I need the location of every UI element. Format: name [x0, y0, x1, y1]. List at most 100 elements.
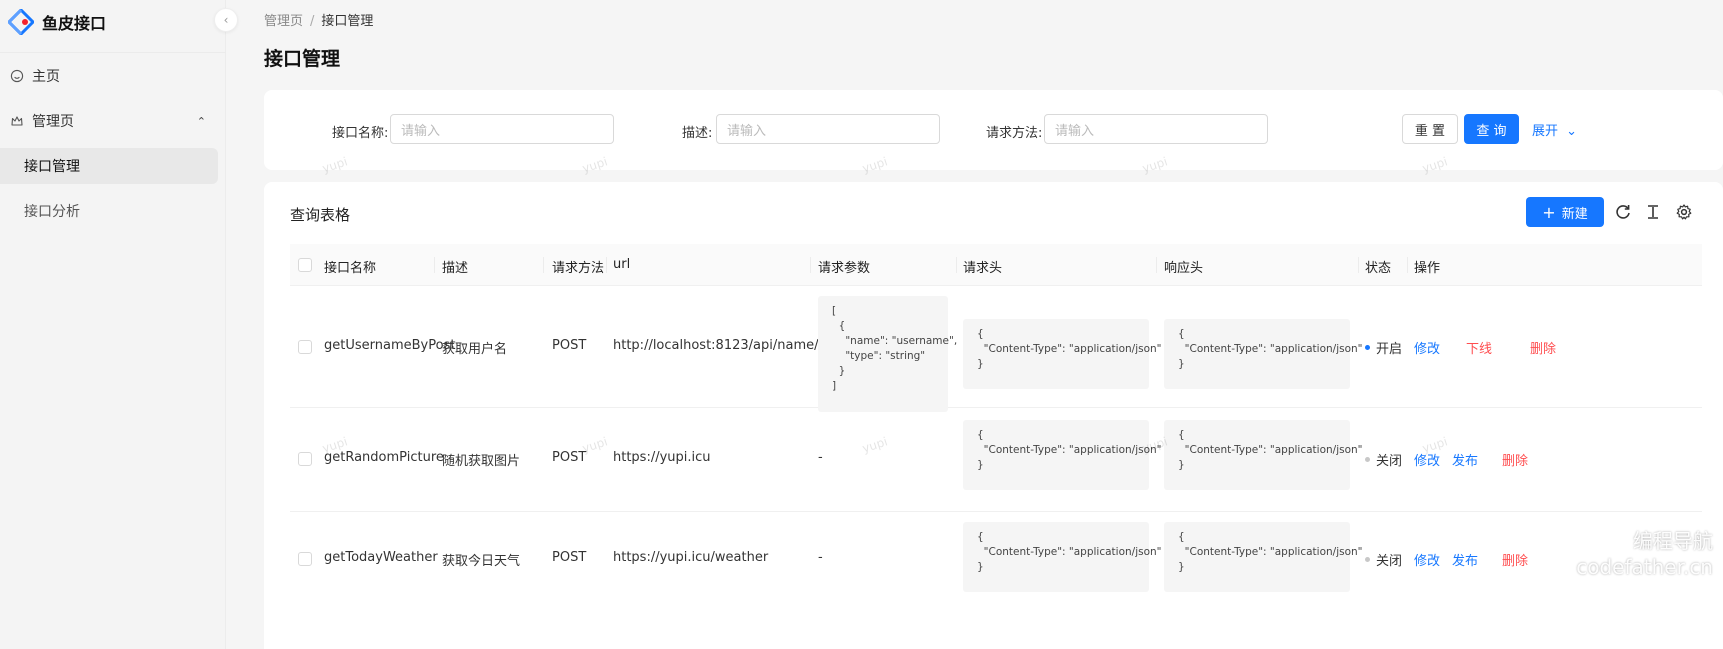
row-request-header: { "Content-Type": "application/json" }	[963, 522, 1162, 592]
desc-field-label: 描述:	[682, 126, 713, 141]
column-header-params[interactable]: 请求参数	[818, 257, 870, 276]
query-table: 查询表格 + 新建 接口名称 描述 请求方法 url 请求参数 请求头 响应头 …	[264, 182, 1723, 649]
row-name: getTodayWeather	[324, 550, 438, 565]
column-header-desc[interactable]: 描述	[442, 257, 468, 276]
method-search-input[interactable]: 请输入	[1044, 114, 1268, 144]
row-checkbox[interactable]	[298, 452, 312, 466]
column-header-response-header[interactable]: 响应头	[1164, 257, 1203, 276]
row-method: POST	[552, 550, 587, 565]
app-name: 鱼皮接口	[42, 14, 107, 33]
row-response-header: { "Content-Type": "application/json" }	[1164, 420, 1363, 490]
row-method: POST	[552, 450, 587, 465]
offline-link[interactable]: 下线	[1466, 338, 1492, 357]
publish-link[interactable]: 发布	[1452, 450, 1478, 469]
row-request-header: { "Content-Type": "application/json" }	[963, 319, 1162, 389]
column-header-request-header[interactable]: 请求头	[963, 257, 1002, 276]
column-divider	[1156, 257, 1157, 273]
reload-icon[interactable]	[1614, 203, 1632, 221]
delete-link[interactable]: 删除	[1530, 338, 1556, 357]
status-text: 关闭	[1376, 554, 1403, 569]
edit-link[interactable]: 修改	[1414, 550, 1440, 569]
column-header-method[interactable]: 请求方法	[552, 257, 604, 276]
sidebar: 鱼皮接口 主页 管理页 ⌃ 接口管理 接口分析	[0, 0, 226, 649]
column-header-name[interactable]: 接口名称	[324, 257, 376, 276]
row-url: https://yupi.icu/weather	[613, 550, 769, 565]
publish-link[interactable]: 发布	[1452, 550, 1478, 569]
method-field-label: 请求方法:	[986, 126, 1043, 141]
chevron-down-icon: ⌄	[1566, 124, 1578, 139]
sidebar-item-label: 主页	[32, 69, 60, 85]
setting-icon[interactable]	[1675, 203, 1693, 221]
status-badge: 关闭	[1365, 450, 1402, 469]
table-row: getUsernameByPost 获取用户名 POST http://loca…	[290, 286, 1702, 412]
column-divider	[434, 257, 435, 273]
app-root: 鱼皮接口 主页 管理页 ⌃ 接口管理 接口分析 ‹ 管理页 / 接口管理 接口管…	[0, 0, 1723, 649]
search-form: 接口名称: 请输入 描述: 请输入 请求方法: 请输入 重 置 查 询 展开 ⌄	[264, 90, 1723, 170]
brand-watermark-line1: 编程导航	[1633, 529, 1713, 553]
brand-watermark: 编程导航 codefather.cn	[1576, 528, 1713, 580]
plus-icon: +	[1542, 202, 1556, 222]
sidebar-item-api-management[interactable]: 接口管理	[0, 148, 218, 184]
status-on-dot-icon	[1365, 345, 1370, 350]
row-desc: 获取今日天气	[442, 554, 521, 569]
row-request-params: -	[818, 550, 823, 565]
status-text: 关闭	[1376, 454, 1403, 469]
new-button[interactable]: + 新建	[1526, 197, 1604, 227]
row-request-params: [ { "name": "username", "type": "string"…	[818, 296, 957, 412]
table-header: 接口名称 描述 请求方法 url 请求参数 请求头 响应头 状态 操作	[290, 244, 1702, 286]
delete-link[interactable]: 删除	[1502, 550, 1528, 569]
column-height-icon[interactable]	[1644, 203, 1662, 221]
row-request-params: -	[818, 450, 823, 465]
sidebar-item-label: 管理页	[32, 114, 74, 130]
expand-label: 展开	[1532, 124, 1559, 139]
column-header-status[interactable]: 状态	[1365, 257, 1391, 276]
row-request-header: { "Content-Type": "application/json" }	[963, 420, 1162, 490]
name-field-label: 接口名称:	[332, 126, 389, 141]
status-off-dot-icon	[1365, 557, 1370, 562]
sidebar-item-label: 接口管理	[24, 159, 80, 175]
delete-link[interactable]: 删除	[1502, 450, 1528, 469]
row-desc: 随机获取图片	[442, 454, 521, 469]
sidebar-item-home[interactable]: 主页	[0, 58, 226, 94]
column-header-actions: 操作	[1414, 261, 1441, 276]
row-checkbox[interactable]	[298, 340, 312, 354]
sidebar-item-label: 接口分析	[24, 204, 80, 220]
row-url: https://yupi.icu	[613, 450, 711, 465]
table-row: getRandomPicture 随机获取图片 POST https://yup…	[290, 408, 1702, 512]
status-badge: 开启	[1365, 338, 1402, 357]
sidebar-item-api-analysis[interactable]: 接口分析	[0, 193, 226, 229]
row-checkbox[interactable]	[298, 552, 312, 566]
desc-search-input[interactable]: 请输入	[716, 114, 940, 144]
table-row: getTodayWeather 获取今日天气 POST https://yupi…	[290, 512, 1702, 649]
page-title: 接口管理	[264, 48, 341, 70]
new-button-label: 新建	[1561, 206, 1588, 222]
edit-link[interactable]: 修改	[1414, 338, 1440, 357]
row-url: http://localhost:8123/api/name/user	[613, 338, 847, 353]
name-search-input[interactable]: 请输入	[390, 114, 614, 144]
status-badge: 关闭	[1365, 550, 1402, 569]
column-divider	[1407, 257, 1408, 273]
status-off-dot-icon	[1365, 457, 1370, 462]
row-method: POST	[552, 338, 587, 353]
expand-toggle[interactable]: 展开 ⌄	[1532, 120, 1577, 139]
app-logo[interactable]: 鱼皮接口	[8, 8, 106, 36]
column-divider	[543, 257, 544, 273]
table-title: 查询表格	[290, 206, 351, 224]
query-button[interactable]: 查 询	[1464, 114, 1519, 144]
column-header-url[interactable]: url	[613, 257, 630, 272]
brand-watermark-line2: codefather.cn	[1576, 555, 1713, 579]
breadcrumb-current: 接口管理	[321, 14, 374, 29]
column-divider	[606, 257, 607, 273]
chevron-up-icon: ⌃	[196, 114, 206, 128]
row-response-header: { "Content-Type": "application/json" }	[1164, 522, 1363, 592]
sidebar-item-admin[interactable]: 管理页 ⌃	[0, 103, 226, 139]
column-divider	[1358, 257, 1359, 273]
breadcrumb-separator: /	[310, 14, 315, 29]
column-divider	[810, 257, 811, 273]
sidebar-divider	[0, 52, 226, 53]
select-all-checkbox[interactable]	[298, 258, 312, 272]
breadcrumb-root[interactable]: 管理页	[264, 14, 303, 29]
reset-button[interactable]: 重 置	[1402, 114, 1458, 144]
column-divider	[956, 257, 957, 273]
row-name: getRandomPicture	[324, 450, 444, 465]
